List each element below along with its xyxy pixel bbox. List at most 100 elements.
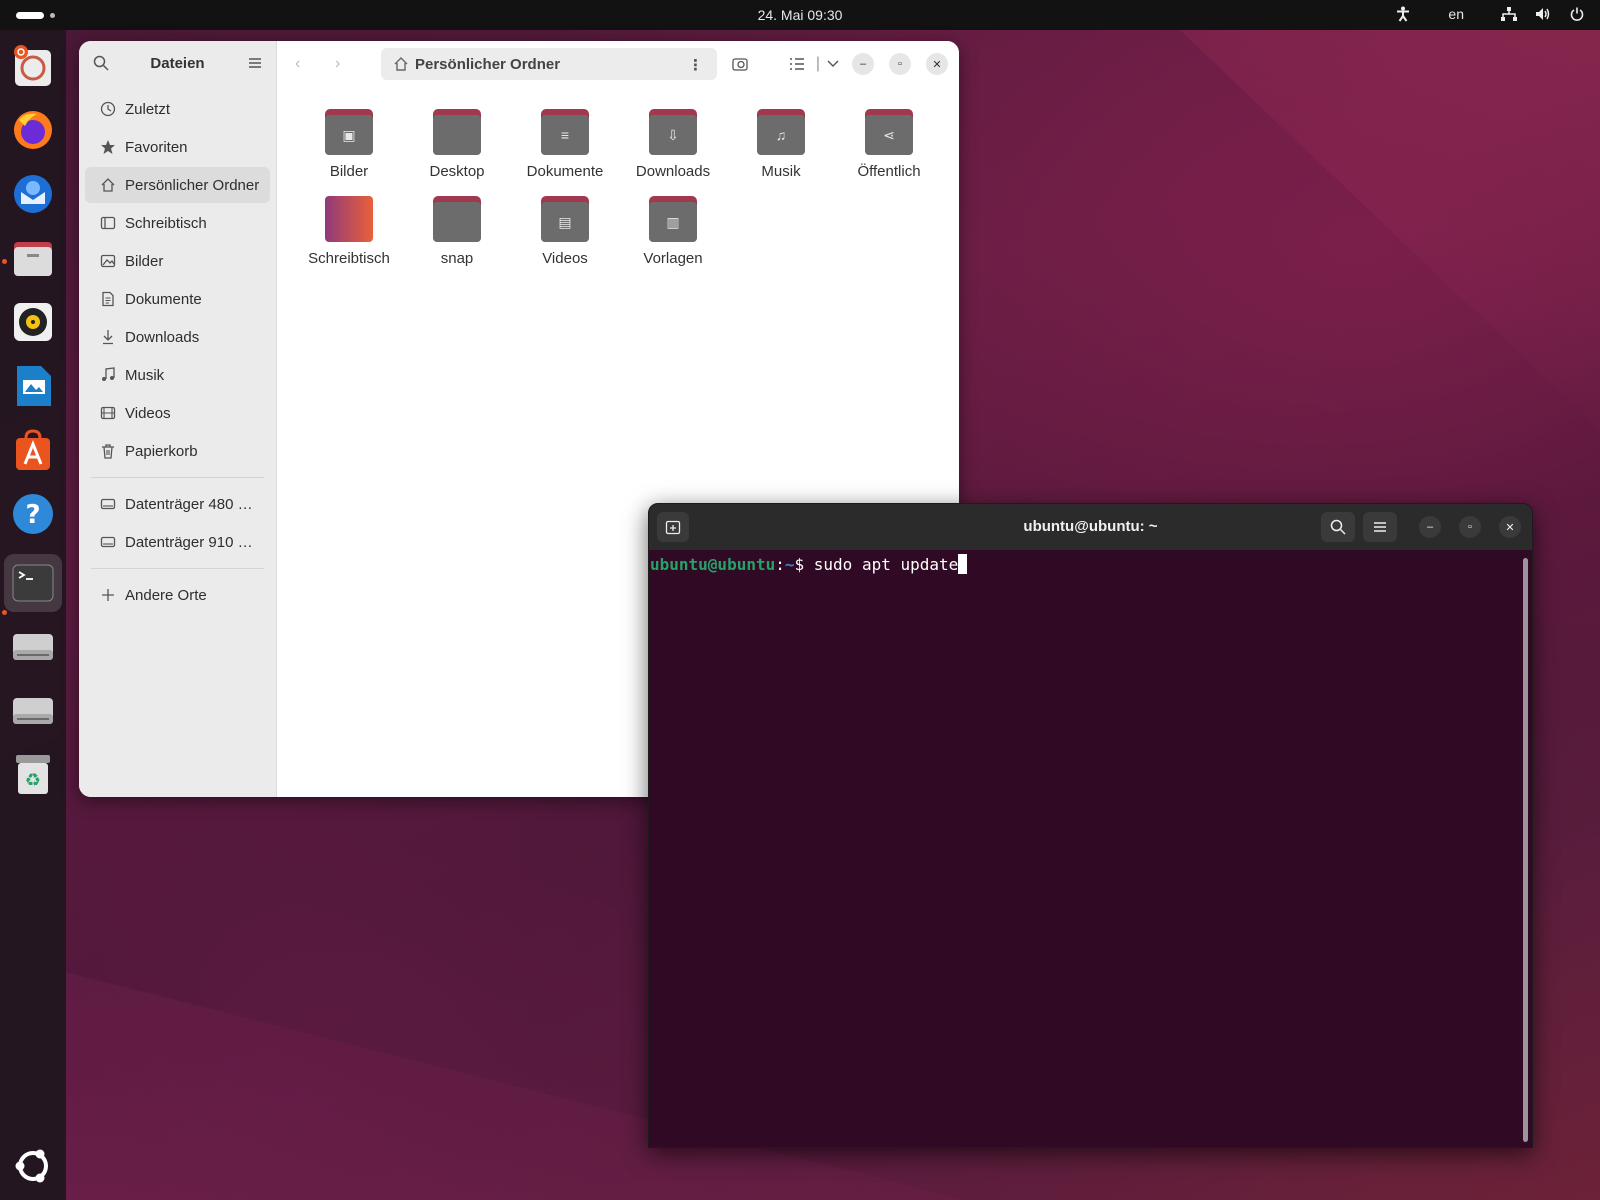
folder-icon — [433, 196, 481, 242]
terminal-output[interactable]: ubuntu@ubuntu:~$ sudo apt update — [649, 550, 1532, 1147]
trash-launcher[interactable]: ♻ — [9, 750, 57, 798]
sidebar-item-label: Musik — [125, 366, 165, 384]
sidebar-item-label: Bilder — [125, 252, 164, 270]
folder-item[interactable]: Desktop — [403, 109, 511, 180]
terminal-header: ubuntu@ubuntu: ~ – ▫ ✕ — [649, 504, 1532, 550]
folder-icon: ▣ — [325, 109, 373, 155]
folder-label: Vorlagen — [643, 250, 703, 267]
desktop-icon — [99, 215, 117, 231]
list-view-icon[interactable] — [787, 54, 807, 74]
terminal-window[interactable]: ubuntu@ubuntu: ~ – ▫ ✕ ubuntu@ubuntu:~$ … — [648, 503, 1533, 1148]
folder-item[interactable]: Schreibtisch — [295, 196, 403, 267]
scrollbar[interactable] — [1523, 558, 1528, 1142]
folder-item[interactable]: ▥ Vorlagen — [619, 196, 727, 267]
menu-icon[interactable] — [248, 56, 262, 74]
firefox-launcher[interactable] — [9, 106, 57, 154]
sidebar-item-music[interactable]: Musik — [85, 357, 270, 393]
plus-icon — [99, 588, 117, 602]
svg-text:♻: ♻ — [25, 770, 41, 791]
command-text: sudo apt update — [813, 555, 959, 574]
maximize-button[interactable]: ▫ — [1459, 516, 1481, 538]
sidebar-item-favorites[interactable]: Favoriten — [85, 129, 270, 165]
files-launcher[interactable] — [9, 234, 57, 282]
folder-label: Downloads — [635, 163, 711, 180]
sidebar-item-home[interactable]: Persönlicher Ordner — [85, 167, 270, 203]
sidebar-item-documents[interactable]: Dokumente — [85, 281, 270, 317]
folder-item[interactable]: snap — [403, 196, 511, 267]
network-icon[interactable] — [1500, 5, 1518, 23]
running-indicator — [2, 259, 7, 264]
app-center-icon — [16, 429, 50, 470]
folder-icon: ♫ — [757, 109, 805, 155]
sidebar-item-label: Favoriten — [125, 138, 188, 156]
drive-launcher-2[interactable] — [9, 686, 57, 734]
sidebar-item-drive-1[interactable]: Datenträger 480 … — [85, 486, 270, 522]
folder-item[interactable]: ≡ Dokumente — [511, 109, 619, 180]
folder-label: Desktop — [429, 163, 485, 180]
sidebar-item-recent[interactable]: Zuletzt — [85, 91, 270, 127]
folder-item[interactable]: ▤ Videos — [511, 196, 619, 267]
folder-item[interactable]: ⇩ Downloads — [619, 109, 727, 180]
sidebar-item-other-locations[interactable]: Andere Orte — [85, 577, 270, 613]
trash-icon: ♻ — [16, 755, 50, 794]
document-icon — [99, 291, 117, 307]
ubuntu-logo-icon — [15, 1149, 48, 1183]
volume-icon[interactable] — [1534, 5, 1552, 23]
system-tray[interactable]: en — [1394, 5, 1586, 23]
sidebar-separator — [91, 568, 264, 569]
help-launcher[interactable]: ? — [9, 490, 57, 538]
folder-icon: ⋖ — [865, 109, 913, 155]
maximize-button[interactable]: ▫ — [889, 53, 911, 75]
kebab-menu-icon[interactable]: ⋮ — [688, 56, 703, 74]
rhythmbox-launcher[interactable] — [9, 298, 57, 346]
folder-item[interactable]: ⋖ Öffentlich — [835, 109, 943, 180]
power-icon[interactable] — [1568, 5, 1586, 23]
close-button[interactable]: ✕ — [926, 53, 948, 75]
close-button[interactable]: ✕ — [1499, 516, 1521, 538]
installer-launcher[interactable] — [9, 42, 57, 90]
thunderbird-launcher[interactable] — [9, 170, 57, 218]
sidebar-item-label: Zuletzt — [125, 100, 171, 118]
sidebar-separator — [91, 477, 264, 478]
terminal-search-button[interactable] — [1321, 512, 1355, 542]
folder-item[interactable]: ♫ Musik — [727, 109, 835, 180]
thunderbird-icon — [14, 175, 52, 213]
prompt-sign: $ — [794, 555, 814, 574]
forward-icon[interactable]: › — [335, 55, 340, 73]
sidebar-item-label: Andere Orte — [125, 586, 207, 604]
show-apps-button[interactable] — [9, 1142, 57, 1190]
sidebar-item-downloads[interactable]: Downloads — [85, 319, 270, 355]
accessibility-icon[interactable] — [1394, 5, 1412, 23]
search-folder-icon[interactable] — [731, 54, 751, 74]
terminal-title: ubuntu@ubuntu: ~ — [1023, 518, 1158, 535]
folder-label: Schreibtisch — [308, 250, 390, 267]
drive-icon — [13, 698, 53, 724]
path-bar[interactable]: Persönlicher Ordner ⋮ — [381, 48, 717, 80]
drive-launcher-1[interactable] — [9, 622, 57, 670]
minimize-button[interactable]: – — [852, 53, 874, 75]
sidebar-item-pictures[interactable]: Bilder — [85, 243, 270, 279]
clock[interactable]: 24. Mai 09:30 — [0, 7, 1600, 23]
terminal-launcher[interactable] — [4, 554, 62, 612]
sidebar-item-videos[interactable]: Videos — [85, 395, 270, 431]
drive-icon — [99, 534, 117, 550]
rhythmbox-icon — [14, 303, 52, 341]
minimize-button[interactable]: – — [1419, 516, 1441, 538]
folder-grid: ▣ Bilder Desktop ≡ Dokumente ⇩ Downloads ♫ Musik… — [295, 109, 943, 267]
terminal-menu-button[interactable] — [1363, 512, 1397, 542]
sidebar-item-trash[interactable]: Papierkorb — [85, 433, 270, 469]
folder-item[interactable]: ▣ Bilder — [295, 109, 403, 180]
sidebar-item-drive-2[interactable]: Datenträger 910 … — [85, 524, 270, 560]
help-icon: ? — [13, 494, 53, 534]
language-indicator[interactable]: en — [1448, 6, 1464, 22]
back-icon[interactable]: ‹ — [295, 55, 300, 73]
sidebar-places: Zuletzt Favoriten Persönlicher Ordner Schre… — [79, 87, 276, 619]
folder-label: Dokumente — [526, 163, 604, 180]
chevron-down-icon[interactable] — [823, 54, 843, 74]
writer-launcher[interactable] — [9, 362, 57, 410]
app-center-launcher[interactable] — [9, 426, 57, 474]
sidebar-item-desktop[interactable]: Schreibtisch — [85, 205, 270, 241]
dock: ? ♻ — [0, 30, 66, 1200]
running-indicator — [2, 610, 7, 615]
menu-icon — [1374, 522, 1386, 532]
